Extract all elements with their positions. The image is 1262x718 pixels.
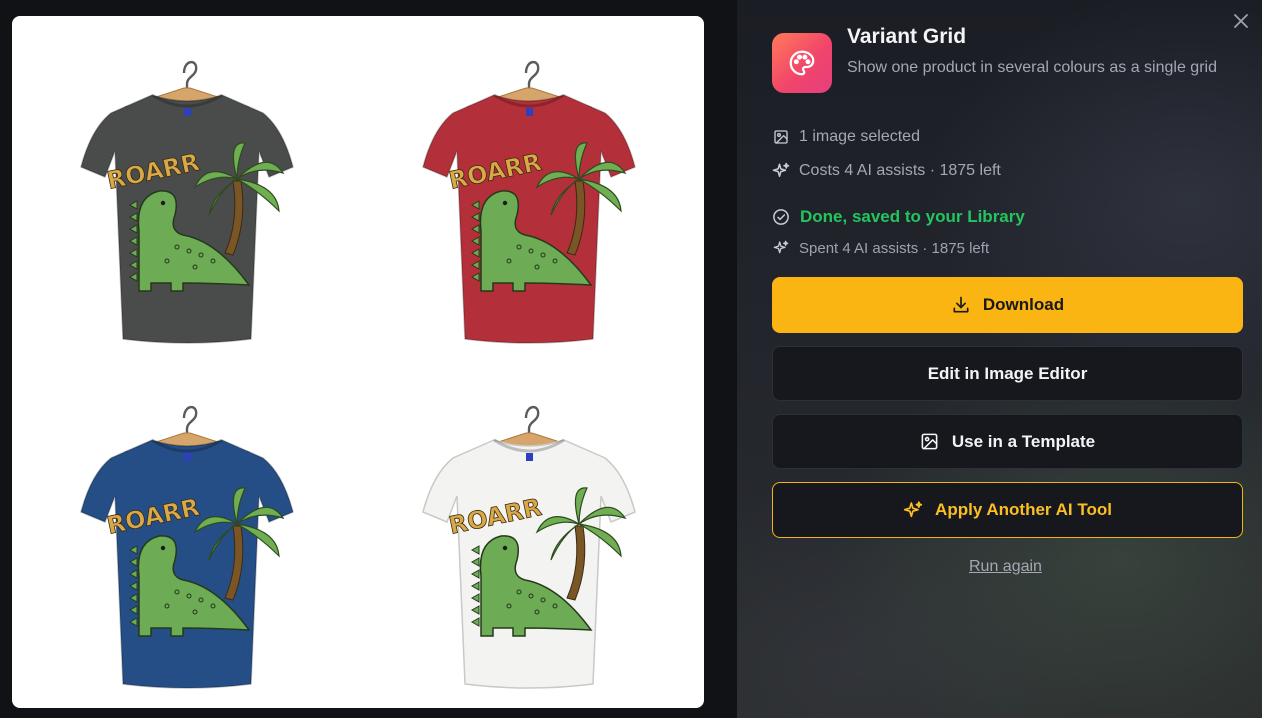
shirt-variant: ROARR [80,405,294,689]
palette-icon [772,33,832,93]
sparkles-icon [903,500,923,520]
dinosaur-eye [160,200,166,206]
shirt-variant: ROARR [422,405,636,689]
dinosaur-eye [502,545,508,551]
spent-info: Spent 4 AI assists · 1875 left [772,239,989,257]
apply-another-ai-tool-button[interactable]: Apply Another AI Tool [772,482,1243,538]
close-button[interactable] [1228,8,1254,34]
sparkles-icon [772,162,790,180]
hanger-hook [182,405,198,435]
dinosaur-eye [502,200,508,206]
success-text: Done, saved to your Library [800,207,1025,226]
shirt-label [184,453,191,461]
tool-description: Show one product in several colours as a… [847,59,1217,76]
cost-info: Costs 4 AI assists · 1875 left [772,162,1001,180]
hanger-hook [182,60,198,90]
dinosaur-eye [160,545,166,551]
use-in-template-button[interactable]: Use in a Template [772,414,1243,469]
shirt-label [184,108,191,116]
selection-text: 1 image selected [799,128,920,145]
tshirt [422,94,636,344]
selection-info: 1 image selected [772,128,920,146]
shirt-label [526,108,533,116]
sparkles-icon [772,239,790,257]
tool-title: Variant Grid [847,25,967,48]
image-icon [772,128,790,146]
shirt-label [526,453,533,461]
tool-panel: Variant Grid Show one product in several… [737,0,1262,718]
edit-in-image-editor-button[interactable]: Edit in Image Editor [772,346,1243,401]
apply-label: Apply Another AI Tool [935,500,1112,519]
tshirt [80,94,294,344]
shirt-variant: ROARR [422,60,636,344]
hanger-hook [524,405,540,435]
shirt-variant: ROARR [80,60,294,344]
edit-label: Edit in Image Editor [927,363,1088,383]
close-icon [1234,14,1248,28]
download-icon [951,295,971,315]
variant-grid-image: ROARR ROARR ROARR ROARR [80,60,636,689]
image-icon [920,432,940,452]
preview-pane: ROARR ROARR ROARR ROARR [0,0,737,718]
tshirt [422,439,636,689]
cost-text: Costs 4 AI assists · 1875 left [799,162,1001,179]
run-again-link[interactable]: Run again [969,558,1042,576]
download-button[interactable]: Download [772,277,1243,333]
download-label: Download [982,295,1065,314]
template-label: Use in a Template [951,431,1096,451]
success-status: Done, saved to your Library [772,207,1025,227]
hanger-hook [524,60,540,90]
tshirt [80,439,294,689]
check-circle-icon [772,208,790,226]
result-image[interactable]: ROARR ROARR ROARR ROARR [12,16,704,708]
spent-text: Spent 4 AI assists · 1875 left [799,239,990,257]
